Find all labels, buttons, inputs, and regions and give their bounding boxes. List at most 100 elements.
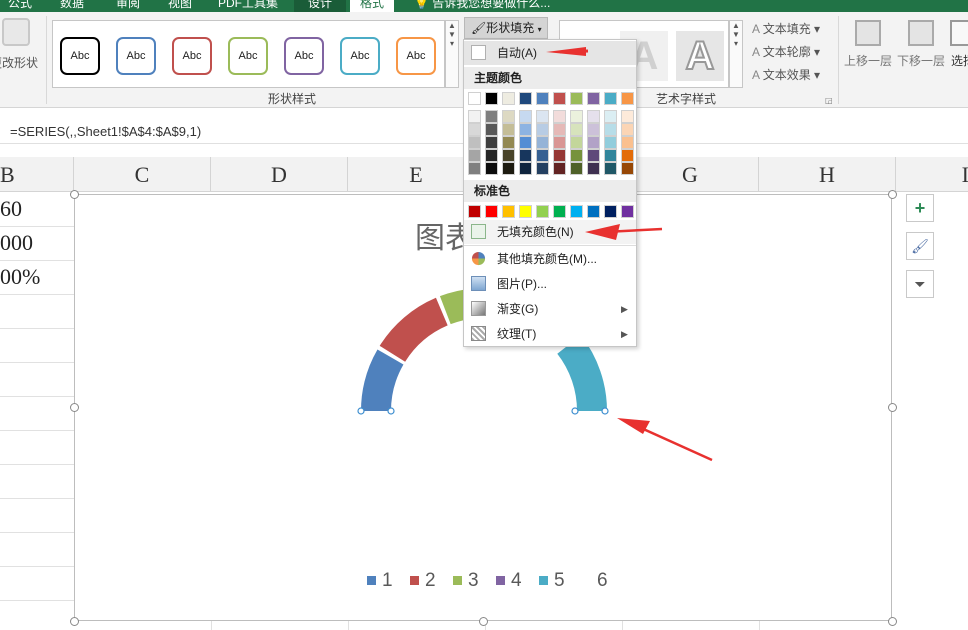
legend-item-3[interactable]: 3 [453,570,479,592]
tab-review[interactable]: 审阅 [116,0,140,12]
chart-styles-button[interactable]: 🖌 [906,232,934,260]
theme-shade-swatch[interactable] [502,136,515,149]
standard-color-swatch[interactable] [604,205,617,218]
wordart-style-3[interactable]: A [676,31,724,81]
theme-shade-swatch[interactable] [570,162,583,175]
theme-shade-swatch[interactable] [604,162,617,175]
resize-handle[interactable] [888,403,897,412]
theme-shade-swatch[interactable] [570,149,583,162]
resize-handle[interactable] [70,403,79,412]
cell-b3[interactable]: 00% [0,264,40,290]
standard-color-swatch[interactable] [570,205,583,218]
standard-color-swatch[interactable] [485,205,498,218]
tab-format[interactable]: 格式 [350,0,395,12]
legend-item-4[interactable]: 4 [496,570,522,592]
theme-shade-swatch[interactable] [587,110,600,123]
theme-color-swatch[interactable] [604,92,617,105]
menu-item-auto[interactable]: 自动(A) [464,41,636,65]
shape-style-6[interactable]: Abc [340,37,380,75]
theme-shade-swatch[interactable] [570,110,583,123]
theme-shade-swatch[interactable] [485,136,498,149]
cell-b2[interactable]: 000 [0,230,33,256]
menu-item-texture[interactable]: 纹理(T) ▶ [464,322,636,346]
point-selection-handle[interactable] [387,407,395,415]
theme-shade-swatch[interactable] [621,123,634,136]
theme-shade-swatch[interactable] [553,110,566,123]
chart-elements-button[interactable]: + [906,194,934,222]
resize-handle[interactable] [479,617,488,626]
theme-shade-swatch[interactable] [485,149,498,162]
resize-handle[interactable] [888,617,897,626]
shape-style-7[interactable]: Abc [396,37,436,75]
theme-shade-swatch[interactable] [485,110,498,123]
column-header-h[interactable]: H [759,157,896,192]
theme-shade-swatch[interactable] [519,110,532,123]
theme-color-swatch[interactable] [485,92,498,105]
theme-shade-swatch[interactable] [502,123,515,136]
theme-shade-swatch[interactable] [519,162,532,175]
menu-item-more-colors[interactable]: 其他填充颜色(M)... [464,247,636,271]
shape-style-4[interactable]: Abc [228,37,268,75]
theme-shade-swatch[interactable] [587,136,600,149]
theme-shade-swatch[interactable] [468,162,481,175]
standard-color-swatch[interactable] [519,205,532,218]
theme-shade-swatch[interactable] [485,123,498,136]
shape-style-5[interactable]: Abc [284,37,324,75]
point-selection-handle[interactable] [601,407,609,415]
theme-shade-swatch[interactable] [553,149,566,162]
standard-color-swatch[interactable] [587,205,600,218]
text-effect-button[interactable]: A 文本效果 ▾ [752,66,820,83]
selection-pane-button[interactable]: 选择 [950,20,968,69]
column-header-i[interactable]: I [896,157,968,192]
shape-fill-button[interactable]: 🖌形状填充 ▾ [464,17,548,39]
legend-item-5[interactable]: 5 [539,570,565,592]
gallery-scroll[interactable]: ▲ ▼ ▾ [445,20,459,88]
column-header-d[interactable]: D [211,157,348,192]
theme-color-swatch[interactable] [587,92,600,105]
resize-handle[interactable] [70,190,79,199]
theme-shade-swatch[interactable] [604,136,617,149]
resize-handle[interactable] [70,617,79,626]
text-outline-button[interactable]: A 文本轮廓 ▾ [752,43,820,60]
change-shape-icon[interactable] [2,18,30,46]
theme-shade-swatch[interactable] [468,136,481,149]
theme-shade-swatch[interactable] [468,123,481,136]
theme-shade-swatch[interactable] [587,162,600,175]
theme-shade-swatch[interactable] [604,123,617,136]
theme-color-swatch[interactable] [519,92,532,105]
resize-handle[interactable] [888,190,897,199]
tell-me-search[interactable]: 💡 告诉我您想要做什么... [414,0,550,12]
theme-color-swatch[interactable] [553,92,566,105]
dialog-launcher-icon[interactable]: ◲ [825,96,833,105]
shape-style-2[interactable]: Abc [116,37,156,75]
column-header-b[interactable]: B [0,157,74,192]
theme-shade-swatch[interactable] [570,123,583,136]
point-selection-handle[interactable] [357,407,365,415]
theme-color-swatch[interactable] [621,92,634,105]
theme-shade-swatch[interactable] [502,110,515,123]
theme-shade-swatch[interactable] [468,110,481,123]
theme-shade-swatch[interactable] [519,149,532,162]
text-fill-button[interactable]: A 文本填充 ▾ [752,20,820,37]
theme-shade-swatch[interactable] [621,110,634,123]
theme-shade-swatch[interactable] [621,136,634,149]
theme-shade-swatch[interactable] [587,123,600,136]
send-backward-button[interactable]: 下移一层 [897,20,945,69]
theme-shade-swatch[interactable] [468,149,481,162]
theme-shade-swatch[interactable] [502,149,515,162]
theme-shade-swatch[interactable] [536,123,549,136]
standard-color-swatch[interactable] [468,205,481,218]
theme-shade-swatch[interactable] [604,149,617,162]
column-header-g[interactable]: G [622,157,759,192]
wordart-scroll[interactable]: ▲ ▼ ▾ [729,20,743,88]
standard-color-swatch[interactable] [536,205,549,218]
legend-item-6[interactable]: 6 [582,570,608,592]
theme-shade-swatch[interactable] [502,162,515,175]
tab-formulas[interactable]: 公式 [8,0,32,12]
cell-b1[interactable]: 60 [0,196,22,222]
theme-color-swatch[interactable] [502,92,515,105]
standard-color-swatch[interactable] [502,205,515,218]
theme-shade-swatch[interactable] [519,136,532,149]
theme-shade-swatch[interactable] [519,123,532,136]
theme-shade-swatch[interactable] [485,162,498,175]
